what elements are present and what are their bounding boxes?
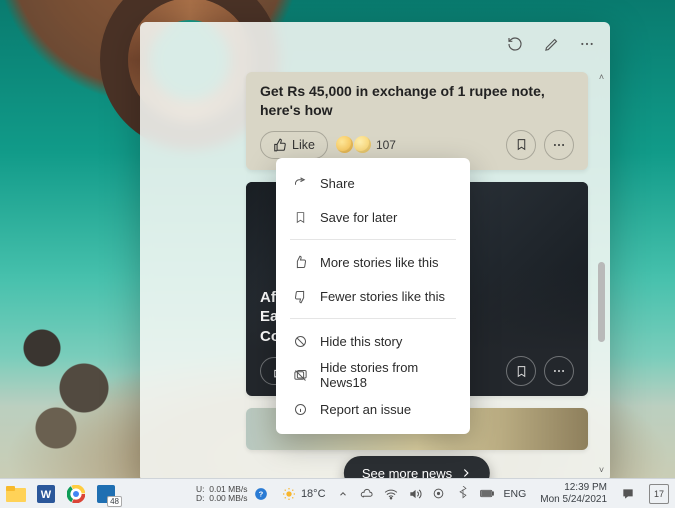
- hide-source-icon: [292, 367, 308, 383]
- card-more-button[interactable]: [544, 130, 574, 160]
- clock-time: 12:39 PM: [564, 482, 607, 494]
- thumbs-up-icon: [292, 254, 308, 270]
- weather-widget[interactable]: 18°C: [281, 486, 326, 502]
- taskbar-app-file-explorer[interactable]: [2, 481, 30, 507]
- bookmark-icon: [515, 138, 528, 151]
- menu-label: Hide stories from News18: [320, 360, 454, 390]
- taskbar-pinned-apps: W 48: [0, 481, 120, 507]
- reaction-emoji-icon: [336, 136, 353, 153]
- location-tray-icon[interactable]: [432, 487, 446, 501]
- reaction-cluster[interactable]: 107: [336, 136, 396, 153]
- taskbar-app-word[interactable]: W: [32, 481, 60, 507]
- card-more-button[interactable]: [544, 356, 574, 386]
- battery-tray-icon[interactable]: [480, 487, 494, 501]
- network-speed-widget[interactable]: U: 0.01 MB/s D: 0.00 MB/s: [196, 485, 248, 502]
- reaction-emoji-icon: [354, 136, 371, 153]
- tray-chevron-up-icon[interactable]: [336, 487, 350, 501]
- word-icon: W: [37, 485, 55, 503]
- menu-label: Share: [320, 176, 355, 191]
- menu-label: Fewer stories like this: [320, 289, 445, 304]
- menu-item-report[interactable]: Report an issue: [276, 392, 470, 426]
- menu-label: Save for later: [320, 210, 397, 225]
- svg-text:W: W: [41, 489, 52, 501]
- windows-taskbar: W 48 U: 0.01 MB/s D: 0.00 MB/s ? 18°C EN…: [0, 478, 675, 508]
- menu-label: Hide this story: [320, 334, 402, 349]
- like-label: Like: [292, 138, 315, 152]
- thumbs-down-icon: [292, 288, 308, 304]
- svg-text:?: ?: [258, 489, 263, 498]
- like-button[interactable]: Like: [260, 131, 328, 159]
- panel-header: [140, 22, 610, 66]
- news-card-1[interactable]: Get Rs 45,000 in exchange of 1 rupee not…: [246, 72, 588, 170]
- menu-item-hide-source[interactable]: Hide stories from News18: [276, 358, 470, 392]
- taskbar-clock[interactable]: 12:39 PM Mon 5/24/2021: [540, 482, 607, 505]
- share-icon: [292, 175, 308, 191]
- language-indicator[interactable]: ENG: [504, 488, 527, 500]
- bookmark-icon: [292, 209, 308, 225]
- menu-label: Report an issue: [320, 402, 411, 417]
- refresh-icon: [507, 36, 523, 52]
- taskbar-app-traffic[interactable]: 48: [92, 481, 120, 507]
- menu-label: More stories like this: [320, 255, 438, 270]
- chrome-icon: [67, 485, 85, 503]
- more-horizontal-icon: [552, 138, 566, 152]
- help-tray-icon[interactable]: ?: [254, 487, 268, 501]
- pencil-icon: [544, 37, 559, 52]
- calendar-tray-icon[interactable]: 17: [649, 484, 669, 504]
- menu-item-save[interactable]: Save for later: [276, 200, 470, 234]
- scroll-up-arrow[interactable]: ˄: [596, 72, 607, 83]
- scroll-down-arrow[interactable]: ˅: [596, 465, 607, 476]
- menu-item-fewer-like-this[interactable]: Fewer stories like this: [276, 279, 470, 313]
- menu-separator: [290, 318, 456, 319]
- taskbar-app-badge: 48: [107, 496, 122, 507]
- volume-tray-icon[interactable]: [408, 487, 422, 501]
- taskbar-app-chrome[interactable]: [62, 481, 90, 507]
- scroll-thumb[interactable]: [598, 262, 605, 342]
- menu-item-hide-story[interactable]: Hide this story: [276, 324, 470, 358]
- card-action-bar: Like 107: [260, 130, 574, 160]
- card-headline: Get Rs 45,000 in exchange of 1 rupee not…: [260, 82, 574, 120]
- onedrive-tray-icon[interactable]: [360, 487, 374, 501]
- menu-separator: [290, 239, 456, 240]
- menu-item-more-like-this[interactable]: More stories like this: [276, 245, 470, 279]
- refresh-button[interactable]: [498, 27, 532, 61]
- weather-temp: 18°C: [301, 488, 326, 500]
- wifi-tray-icon[interactable]: [384, 487, 398, 501]
- card-context-menu: Share Save for later More stories like t…: [276, 158, 470, 434]
- menu-item-share[interactable]: Share: [276, 166, 470, 200]
- more-horizontal-icon: [552, 364, 566, 378]
- save-bookmark-button[interactable]: [506, 130, 536, 160]
- bluetooth-tray-icon[interactable]: [456, 487, 470, 501]
- info-icon: [292, 401, 308, 417]
- thumbs-up-icon: [273, 138, 287, 152]
- wallpaper-rocks: [0, 268, 140, 468]
- clock-date: Mon 5/24/2021: [540, 494, 607, 506]
- scrollbar[interactable]: ˄ ˅: [596, 72, 607, 476]
- system-tray: ENG 12:39 PM Mon 5/24/2021 17: [336, 482, 675, 505]
- reaction-count: 107: [376, 138, 396, 152]
- edit-button[interactable]: [534, 27, 568, 61]
- more-horizontal-icon: [579, 36, 595, 52]
- sun-icon: [281, 486, 297, 502]
- bookmark-icon: [515, 365, 528, 378]
- folder-icon: [6, 486, 26, 502]
- panel-more-button[interactable]: [570, 27, 604, 61]
- action-center-icon[interactable]: [621, 487, 635, 501]
- hide-icon: [292, 333, 308, 349]
- save-bookmark-button[interactable]: [506, 356, 536, 386]
